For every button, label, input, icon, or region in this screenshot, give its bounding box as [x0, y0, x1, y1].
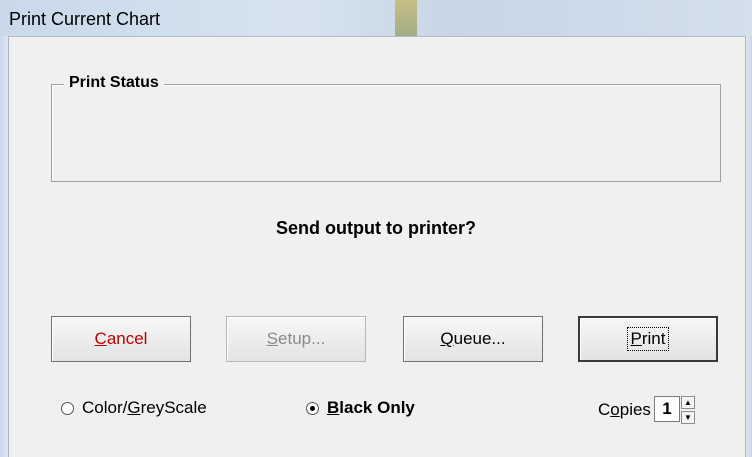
window-frame-right	[745, 36, 752, 457]
print-focus-rect: Print	[626, 327, 670, 351]
queue-label: ueue...	[453, 329, 506, 348]
color-greyscale-label-pre: Color/	[82, 398, 128, 417]
print-status-group: Print Status	[51, 74, 721, 182]
window-frame-left	[0, 36, 9, 457]
copies-input[interactable]: 1	[654, 396, 680, 422]
copies-label-pre: C	[598, 400, 611, 419]
copies-label: Copies	[598, 400, 651, 420]
black-only-label: lack Only	[339, 398, 415, 417]
color-greyscale-radio-circle[interactable]	[61, 401, 74, 415]
color-greyscale-accelerator: G	[127, 398, 141, 417]
copies-spinner[interactable]: ▲ ▼	[681, 396, 695, 424]
copies-accelerator: o	[610, 400, 620, 419]
cancel-accelerator: C	[94, 329, 107, 348]
black-only-radio[interactable]: Black Only	[306, 398, 415, 418]
confirmation-prompt: Send output to printer?	[276, 218, 476, 238]
print-dialog: Print Current Chart Print Status Send ou…	[0, 0, 752, 457]
print-accelerator: P	[630, 329, 642, 348]
color-greyscale-label-post: reyScale	[140, 398, 207, 417]
copies-label-post: pies	[619, 400, 651, 419]
setup-accelerator: S	[266, 329, 279, 348]
queue-button[interactable]: Queue...	[403, 316, 543, 362]
setup-button[interactable]: Setup...	[226, 316, 366, 362]
cancel-button[interactable]: Cancel	[51, 316, 191, 362]
print-button[interactable]: Print	[578, 316, 718, 362]
print-status-legend: Print Status	[64, 74, 164, 92]
black-only-radio-circle[interactable]	[306, 401, 319, 415]
copies-decrement-icon[interactable]: ▼	[681, 411, 695, 424]
window-title: Print Current Chart	[9, 9, 161, 29]
copies-increment-icon[interactable]: ▲	[681, 396, 695, 409]
black-only-accelerator: B	[327, 398, 340, 417]
queue-accelerator: Q	[440, 329, 454, 348]
title-bar-background-deco	[395, 0, 417, 36]
title-bar[interactable]: Print Current Chart	[0, 0, 752, 37]
color-greyscale-radio[interactable]: Color/GreyScale	[61, 398, 207, 418]
print-label: rint	[641, 329, 666, 348]
cancel-label: ancel	[106, 329, 148, 348]
setup-label: etup...	[278, 329, 326, 348]
